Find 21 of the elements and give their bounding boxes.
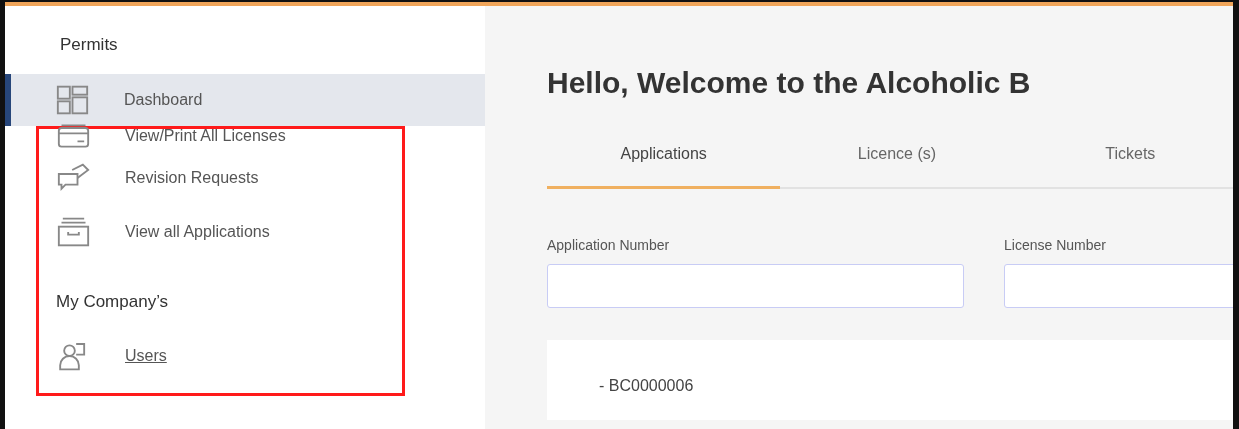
tab[interactable]: Applications xyxy=(547,142,781,189)
page-title: Hello, Welcome to the Alcoholic B xyxy=(547,68,1032,98)
nav-label: View/Print All Licenses xyxy=(125,126,286,146)
nav-label: Revision Requests xyxy=(125,168,259,188)
input-field[interactable] xyxy=(547,264,964,308)
users-link[interactable]: Users xyxy=(125,343,167,368)
tray-icon xyxy=(56,216,91,248)
nav-item[interactable]: Users xyxy=(39,328,402,383)
nav-item[interactable]: View all Applications xyxy=(39,205,402,259)
field-label: Application Number xyxy=(547,236,671,255)
section-heading: My Company’s xyxy=(55,291,170,313)
nav-item[interactable]: Revision Requests xyxy=(39,151,402,205)
nav-item[interactable]: Dashboard xyxy=(5,74,485,126)
tab[interactable]: Tickets xyxy=(1013,142,1233,189)
tab[interactable]: Licence (s) xyxy=(780,142,1014,189)
result-text: - BC0000006 xyxy=(599,376,695,396)
nav-label: Dashboard xyxy=(124,90,203,110)
field-label: License Number xyxy=(1004,236,1107,255)
grid-icon xyxy=(55,84,90,116)
sidebar-heading: Permits xyxy=(59,34,119,56)
nav-label: View all Applications xyxy=(125,222,270,242)
